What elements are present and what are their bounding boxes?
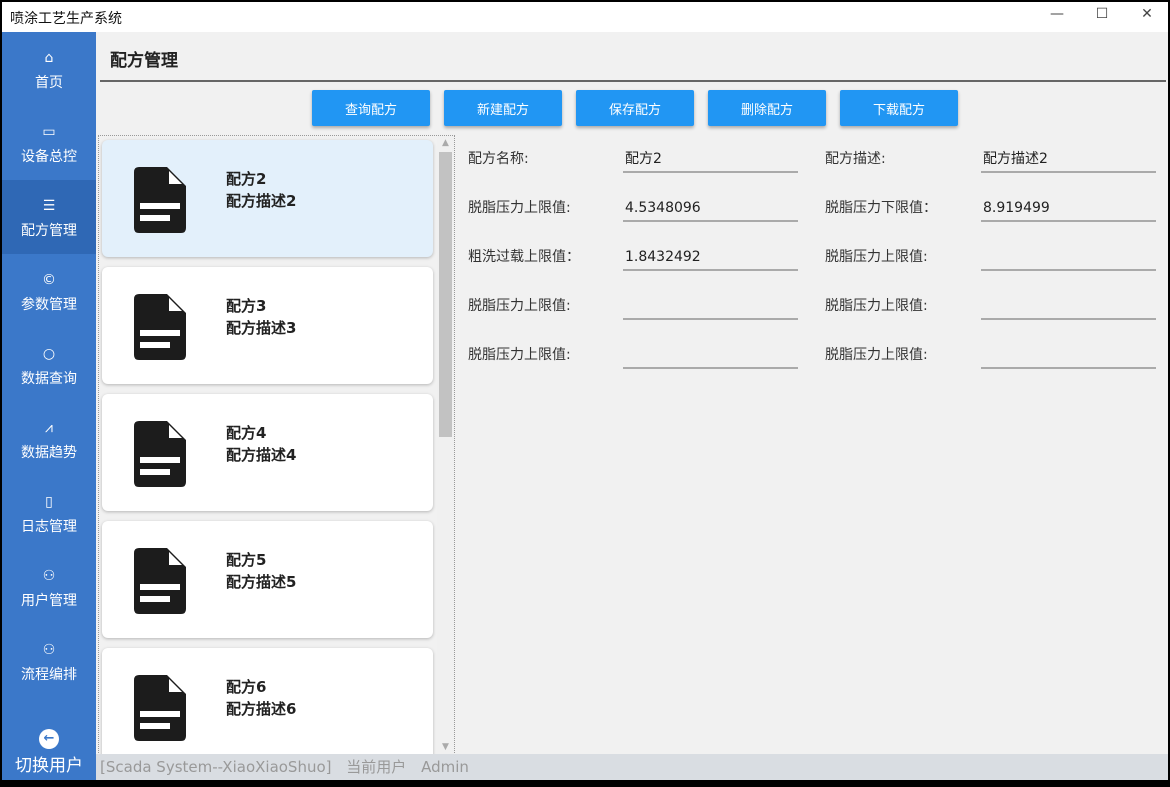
switch-user-label: 切换用户 [15, 756, 83, 776]
status-user-label: 当前用户 [346, 758, 407, 776]
status-system: [Scada System--XiaoXiaoShuo] [100, 758, 332, 776]
sidebar-item-home[interactable]: ⌂ 首页 [2, 32, 96, 106]
field-label: 脱脂压力上限值: [825, 298, 928, 314]
sidebar-item-parameter-management[interactable]: © 参数管理 [2, 254, 96, 328]
recipe-name: 配方4 [226, 424, 267, 442]
sidebar-item-label: 设备总控 [21, 149, 77, 165]
field-label: 脱脂压力上限值: [825, 249, 928, 265]
users-icon: ⚇ [42, 568, 56, 584]
field-label: 配方描述: [825, 151, 886, 167]
field-input[interactable] [981, 245, 1156, 271]
field-input[interactable]: 配方描述2 [981, 147, 1156, 173]
window-title: 喷涂工艺生产系统 [10, 11, 122, 27]
query-recipe-button[interactable]: 查询配方 [312, 90, 430, 126]
home-icon: ⌂ [44, 50, 54, 66]
recipe-name: 配方5 [226, 551, 267, 569]
divider [100, 80, 1166, 82]
page-title: 配方管理 [110, 51, 178, 71]
field-label: 配方名称: [468, 151, 529, 167]
delete-recipe-button[interactable]: 删除配方 [708, 90, 826, 126]
new-recipe-button[interactable]: 新建配方 [444, 90, 562, 126]
field-input[interactable]: 4.5348096 [623, 196, 798, 222]
users-icon: ⚇ [42, 642, 56, 658]
field-input[interactable]: 配方2 [623, 147, 798, 173]
sidebar-item-device-control[interactable]: ▭ 设备总控 [2, 106, 96, 180]
switch-user-button[interactable]: ← 切换用户 [2, 727, 96, 780]
recipe-desc: 配方描述2 [226, 192, 297, 210]
recipe-card[interactable]: 配方5 配方描述5 [102, 521, 433, 638]
field-input[interactable]: 1.8432492 [623, 245, 798, 271]
recipe-name: 配方3 [226, 297, 267, 315]
recipe-card[interactable]: 配方4 配方描述4 [102, 394, 433, 511]
maximize-button[interactable]: ☐ [1087, 6, 1117, 22]
sidebar-item-label: 数据趋势 [21, 445, 77, 461]
recipe-icon: ☰ [42, 198, 56, 214]
recipe-card[interactable]: 配方3 配方描述3 [102, 267, 433, 384]
download-recipe-button[interactable]: 下载配方 [840, 90, 958, 126]
save-recipe-button[interactable]: 保存配方 [576, 90, 694, 126]
log-icon: ▯ [45, 494, 53, 510]
app-window: 喷涂工艺生产系统 — ☐ ✕ ← 切换用户 ⌂ 首页 ▭ 设备总控 ☰ 配方管理 © 参数管理… [2, 2, 1168, 780]
field-label: 脱脂压力上限值: [468, 200, 571, 216]
sidebar-item-process-orchestration[interactable]: ⚇ 流程编排 [2, 624, 96, 698]
trend-icon: ⩘ [45, 420, 53, 436]
recipe-card[interactable]: 配方2 配方描述2 [102, 140, 433, 257]
field-label: 脱脂压力上限值: [825, 347, 928, 363]
sidebar-item-label: 流程编排 [21, 667, 77, 683]
status-user: Admin [421, 758, 469, 776]
scroll-up-icon[interactable]: ▲ [437, 138, 454, 148]
recipe-list[interactable]: 配方6 配方描述6 配方5 配方描述5 配方4 配方描述4 配方3 配方描述3 配方2 配方描述2… [98, 135, 455, 755]
field-label: 脱脂压力下限值： [825, 200, 937, 216]
status-bar: [Scada System--XiaoXiaoShuo] 当前用户 Admin [96, 754, 1168, 780]
close-button[interactable]: ✕ [1132, 6, 1162, 22]
recipe-name: 配方6 [226, 678, 267, 696]
scrollbar[interactable]: ▲ ▼ [437, 136, 454, 754]
title-bar: 喷涂工艺生产系统 — ☐ ✕ [2, 2, 1168, 32]
field-input[interactable]: 8.919499 [981, 196, 1156, 222]
minimize-button[interactable]: — [1042, 6, 1072, 22]
recipe-name: 配方2 [226, 170, 267, 188]
document-icon [134, 294, 186, 360]
field-input[interactable] [623, 294, 798, 320]
recipe-desc: 配方描述5 [226, 573, 297, 591]
field-input[interactable] [981, 343, 1156, 369]
scroll-down-icon[interactable]: ▼ [437, 742, 454, 752]
sidebar-item-recipe-management[interactable]: ☰ 配方管理 [2, 180, 96, 254]
sidebar-item-data-trend[interactable]: ⩘ 数据趋势 [2, 402, 96, 476]
recipe-desc: 配方描述6 [226, 700, 297, 718]
sidebar-item-label: 配方管理 [21, 223, 77, 239]
sidebar-item-label: 日志管理 [21, 519, 77, 535]
field-label: 脱脂压力上限值: [468, 347, 571, 363]
field-input[interactable] [623, 343, 798, 369]
sidebar-item-log-management[interactable]: ▯ 日志管理 [2, 476, 96, 550]
document-icon [134, 167, 186, 233]
field-input[interactable] [981, 294, 1156, 320]
sidebar: ← 切换用户 ⌂ 首页 ▭ 设备总控 ☰ 配方管理 © 参数管理 ○ 数据查询 ⩘ 数据趋势 ▯ 日志管理… [2, 32, 96, 780]
recipe-desc: 配方描述4 [226, 446, 297, 464]
sidebar-item-label: 首页 [35, 75, 63, 91]
sidebar-item-label: 数据查询 [21, 371, 77, 387]
scroll-thumb[interactable] [439, 152, 452, 437]
field-label: 脱脂压力上限值: [468, 298, 571, 314]
sidebar-item-label: 参数管理 [21, 297, 77, 313]
sidebar-item-label: 用户管理 [21, 593, 77, 609]
recipe-card[interactable]: 配方6 配方描述6 [102, 648, 433, 754]
query-icon: ○ [42, 346, 56, 362]
recipe-desc: 配方描述3 [226, 319, 297, 337]
arrow-left-icon: ← [39, 729, 59, 749]
field-label: 粗洗过载上限值： [468, 249, 580, 265]
document-icon [134, 421, 186, 487]
sidebar-item-data-query[interactable]: ○ 数据查询 [2, 328, 96, 402]
sidebar-item-user-management[interactable]: ⚇ 用户管理 [2, 550, 96, 624]
document-icon [134, 675, 186, 741]
document-icon [134, 548, 186, 614]
device-icon: ▭ [42, 124, 56, 140]
parameter-icon: © [42, 272, 56, 288]
